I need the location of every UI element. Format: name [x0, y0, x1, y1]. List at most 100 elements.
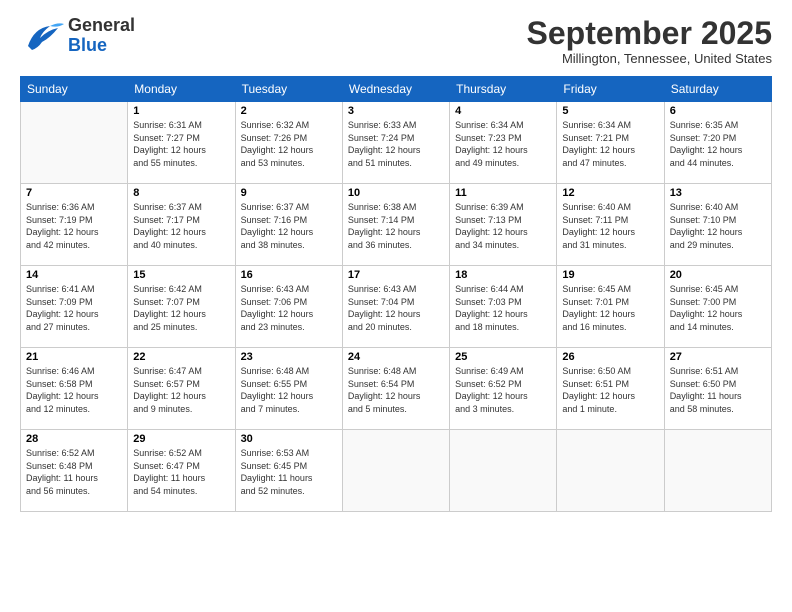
day-info: Sunrise: 6:46 AM Sunset: 6:58 PM Dayligh… — [26, 365, 122, 415]
logo: General Blue — [20, 16, 135, 56]
day-number: 25 — [455, 351, 551, 363]
month-title: September 2025 — [527, 16, 772, 51]
day-info: Sunrise: 6:38 AM Sunset: 7:14 PM Dayligh… — [348, 201, 444, 251]
day-info: Sunrise: 6:49 AM Sunset: 6:52 PM Dayligh… — [455, 365, 551, 415]
day-number: 21 — [26, 351, 122, 363]
day-info: Sunrise: 6:40 AM Sunset: 7:10 PM Dayligh… — [670, 201, 766, 251]
day-number: 6 — [670, 105, 766, 117]
table-row: 21 Sunrise: 6:46 AM Sunset: 6:58 PM Dayli… — [21, 348, 128, 430]
day-number: 18 — [455, 269, 551, 281]
page-header: General Blue September 2025 Millington, … — [20, 16, 772, 66]
day-info: Sunrise: 6:43 AM Sunset: 7:04 PM Dayligh… — [348, 283, 444, 333]
day-number: 4 — [455, 105, 551, 117]
calendar-week-row: 1 Sunrise: 6:31 AM Sunset: 7:27 PM Daylig… — [21, 102, 772, 184]
day-info: Sunrise: 6:44 AM Sunset: 7:03 PM Dayligh… — [455, 283, 551, 333]
col-thursday: Thursday — [450, 77, 557, 102]
table-row: 27Sunrise: 6:51 AM Sunset: 6:50 PM Dayli… — [664, 348, 771, 430]
table-row: 29 Sunrise: 6:52 AM Sunset: 6:47 PM Dayli… — [128, 430, 235, 512]
logo-text-blue: Blue — [68, 36, 135, 56]
col-sunday: Sunday — [21, 77, 128, 102]
table-row: 10 Sunrise: 6:38 AM Sunset: 7:14 PM Dayli… — [342, 184, 449, 266]
table-row: 28 Sunrise: 6:52 AM Sunset: 6:48 PM Dayli… — [21, 430, 128, 512]
table-row: 12 Sunrise: 6:40 AM Sunset: 7:11 PM Dayli… — [557, 184, 664, 266]
day-info: Sunrise: 6:48 AM Sunset: 6:55 PM Dayligh… — [241, 365, 337, 415]
calendar-table: Sunday Monday Tuesday Wednesday Thursday… — [20, 76, 772, 512]
col-friday: Friday — [557, 77, 664, 102]
day-info: Sunrise: 6:48 AM Sunset: 6:54 PM Dayligh… — [348, 365, 444, 415]
table-row: 7 Sunrise: 6:36 AM Sunset: 7:19 PM Daylig… — [21, 184, 128, 266]
col-wednesday: Wednesday — [342, 77, 449, 102]
day-number: 27 — [670, 351, 766, 363]
table-row: 17 Sunrise: 6:43 AM Sunset: 7:04 PM Dayli… — [342, 266, 449, 348]
day-number: 12 — [562, 187, 658, 199]
title-section: September 2025 Millington, Tennessee, Un… — [527, 16, 772, 66]
table-row: 14 Sunrise: 6:41 AM Sunset: 7:09 PM Dayli… — [21, 266, 128, 348]
day-number: 15 — [133, 269, 229, 281]
day-info: Sunrise: 6:45 AM Sunset: 7:00 PM Dayligh… — [670, 283, 766, 333]
day-info: Sunrise: 6:34 AM Sunset: 7:21 PM Dayligh… — [562, 119, 658, 169]
col-tuesday: Tuesday — [235, 77, 342, 102]
day-info: Sunrise: 6:35 AM Sunset: 7:20 PM Dayligh… — [670, 119, 766, 169]
day-info: Sunrise: 6:39 AM Sunset: 7:13 PM Dayligh… — [455, 201, 551, 251]
table-row: 26Sunrise: 6:50 AM Sunset: 6:51 PM Dayli… — [557, 348, 664, 430]
col-saturday: Saturday — [664, 77, 771, 102]
day-number: 29 — [133, 433, 229, 445]
calendar-week-row: 28 Sunrise: 6:52 AM Sunset: 6:48 PM Dayli… — [21, 430, 772, 512]
day-number: 7 — [26, 187, 122, 199]
table-row: 3 Sunrise: 6:33 AM Sunset: 7:24 PM Daylig… — [342, 102, 449, 184]
day-number: 16 — [241, 269, 337, 281]
day-info: Sunrise: 6:33 AM Sunset: 7:24 PM Dayligh… — [348, 119, 444, 169]
day-number: 8 — [133, 187, 229, 199]
col-monday: Monday — [128, 77, 235, 102]
day-number: 2 — [241, 105, 337, 117]
table-row — [21, 102, 128, 184]
day-info: Sunrise: 6:36 AM Sunset: 7:19 PM Dayligh… — [26, 201, 122, 251]
day-number: 19 — [562, 269, 658, 281]
day-number: 26 — [562, 351, 658, 363]
day-number: 11 — [455, 187, 551, 199]
day-number: 17 — [348, 269, 444, 281]
calendar-week-row: 7 Sunrise: 6:36 AM Sunset: 7:19 PM Daylig… — [21, 184, 772, 266]
table-row: 24 Sunrise: 6:48 AM Sunset: 6:54 PM Dayli… — [342, 348, 449, 430]
table-row: 19 Sunrise: 6:45 AM Sunset: 7:01 PM Dayli… — [557, 266, 664, 348]
day-info: Sunrise: 6:42 AM Sunset: 7:07 PM Dayligh… — [133, 283, 229, 333]
day-number: 1 — [133, 105, 229, 117]
calendar-week-row: 14 Sunrise: 6:41 AM Sunset: 7:09 PM Dayli… — [21, 266, 772, 348]
day-number: 3 — [348, 105, 444, 117]
day-info: Sunrise: 6:52 AM Sunset: 6:48 PM Dayligh… — [26, 447, 122, 497]
day-info: Sunrise: 6:41 AM Sunset: 7:09 PM Dayligh… — [26, 283, 122, 333]
calendar-header-row: Sunday Monday Tuesday Wednesday Thursday… — [21, 77, 772, 102]
table-row: 1 Sunrise: 6:31 AM Sunset: 7:27 PM Daylig… — [128, 102, 235, 184]
day-info: Sunrise: 6:45 AM Sunset: 7:01 PM Dayligh… — [562, 283, 658, 333]
day-number: 28 — [26, 433, 122, 445]
day-number: 24 — [348, 351, 444, 363]
day-number: 9 — [241, 187, 337, 199]
day-number: 22 — [133, 351, 229, 363]
day-info: Sunrise: 6:43 AM Sunset: 7:06 PM Dayligh… — [241, 283, 337, 333]
day-number: 20 — [670, 269, 766, 281]
table-row: 8 Sunrise: 6:37 AM Sunset: 7:17 PM Daylig… — [128, 184, 235, 266]
table-row: 6 Sunrise: 6:35 AM Sunset: 7:20 PM Daylig… — [664, 102, 771, 184]
table-row: 4Sunrise: 6:34 AM Sunset: 7:23 PM Daylig… — [450, 102, 557, 184]
table-row: 25 Sunrise: 6:49 AM Sunset: 6:52 PM Dayli… — [450, 348, 557, 430]
day-number: 5 — [562, 105, 658, 117]
day-info: Sunrise: 6:47 AM Sunset: 6:57 PM Dayligh… — [133, 365, 229, 415]
table-row — [450, 430, 557, 512]
day-info: Sunrise: 6:37 AM Sunset: 7:17 PM Dayligh… — [133, 201, 229, 251]
table-row — [664, 430, 771, 512]
table-row: 13Sunrise: 6:40 AM Sunset: 7:10 PM Dayli… — [664, 184, 771, 266]
table-row: 23Sunrise: 6:48 AM Sunset: 6:55 PM Dayli… — [235, 348, 342, 430]
day-info: Sunrise: 6:52 AM Sunset: 6:47 PM Dayligh… — [133, 447, 229, 497]
table-row: 30 Sunrise: 6:53 AM Sunset: 6:45 PM Dayli… — [235, 430, 342, 512]
logo-bird-icon — [20, 18, 64, 54]
table-row: 15 Sunrise: 6:42 AM Sunset: 7:07 PM Dayli… — [128, 266, 235, 348]
table-row: 5 Sunrise: 6:34 AM Sunset: 7:21 PM Daylig… — [557, 102, 664, 184]
day-number: 14 — [26, 269, 122, 281]
table-row — [557, 430, 664, 512]
day-number: 10 — [348, 187, 444, 199]
day-number: 30 — [241, 433, 337, 445]
table-row: 11 Sunrise: 6:39 AM Sunset: 7:13 PM Dayli… — [450, 184, 557, 266]
day-info: Sunrise: 6:40 AM Sunset: 7:11 PM Dayligh… — [562, 201, 658, 251]
day-info: Sunrise: 6:53 AM Sunset: 6:45 PM Dayligh… — [241, 447, 337, 497]
day-info: Sunrise: 6:31 AM Sunset: 7:27 PM Dayligh… — [133, 119, 229, 169]
